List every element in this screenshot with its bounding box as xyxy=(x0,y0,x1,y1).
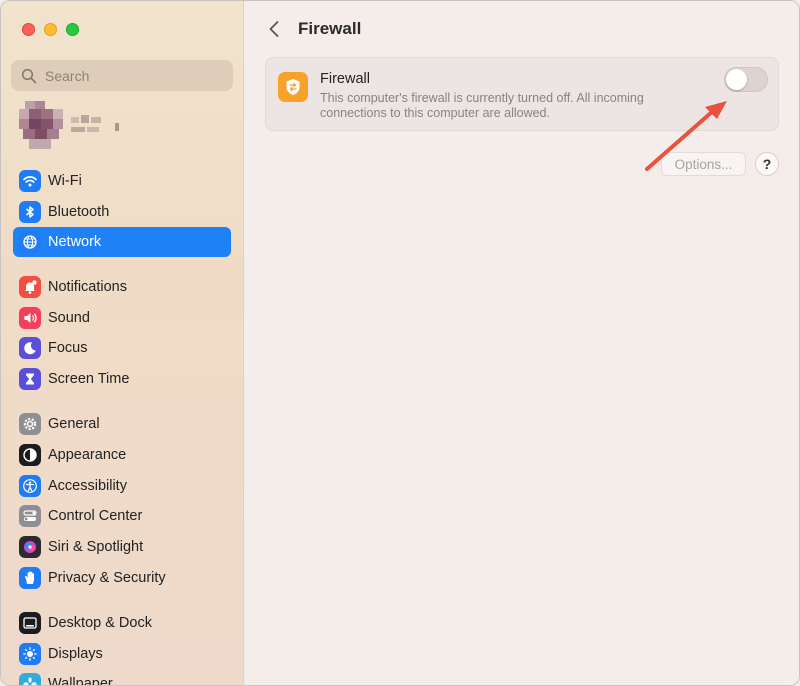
search-icon xyxy=(21,68,37,83)
sidebar-item-label: Focus xyxy=(48,340,88,356)
accessibility-icon xyxy=(19,475,41,497)
sidebar-item-wifi[interactable]: Wi-Fi xyxy=(13,166,231,196)
sidebar-item-siri-spotlight[interactable]: Siri & Spotlight xyxy=(13,532,231,562)
zoom-window-button[interactable] xyxy=(66,23,79,36)
sidebar-item-general[interactable]: General xyxy=(13,409,231,439)
sidebar-item-network[interactable]: Network xyxy=(13,227,231,257)
minimize-window-button[interactable] xyxy=(44,23,57,36)
sidebar-item-label: Displays xyxy=(48,646,103,662)
main-panel: Firewall Firewall This computer's firewa… xyxy=(245,1,799,685)
sidebar-item-control-center[interactable]: Control Center xyxy=(13,501,231,531)
sidebar-item-label: Control Center xyxy=(48,508,143,524)
firewall-description: This computer's firewall is currently tu… xyxy=(320,91,644,120)
globe-icon xyxy=(19,231,41,253)
sidebar-item-label: General xyxy=(48,416,100,432)
sidebar-item-label: Wallpaper xyxy=(48,676,113,686)
options-button[interactable]: Options... xyxy=(661,152,746,176)
sidebar-item-displays[interactable]: Displays xyxy=(13,639,231,669)
firewall-title: Firewall xyxy=(320,71,370,87)
firewall-toggle[interactable] xyxy=(724,67,768,92)
speaker-icon xyxy=(19,307,41,329)
sidebar-item-screen-time[interactable]: Screen Time xyxy=(13,364,231,394)
account-name-redacted xyxy=(71,115,119,132)
help-button[interactable]: ? xyxy=(755,152,779,176)
sidebar-item-wallpaper[interactable]: Wallpaper xyxy=(13,669,231,686)
sidebar-item-label: Screen Time xyxy=(48,371,130,387)
search-field[interactable] xyxy=(11,60,233,91)
bell-icon xyxy=(19,276,41,298)
wallpaper-icon xyxy=(19,673,41,685)
sidebar-item-label: Sound xyxy=(48,310,90,326)
sun-icon xyxy=(19,643,41,665)
control-center-icon xyxy=(19,505,41,527)
bluetooth-icon xyxy=(19,201,41,223)
sidebar-item-focus[interactable]: Focus xyxy=(13,333,231,363)
hourglass-icon xyxy=(19,368,41,390)
sidebar-item-label: Network xyxy=(48,234,102,250)
sidebar-item-label: Privacy & Security xyxy=(48,570,166,586)
page-title: Firewall xyxy=(298,19,362,38)
hand-icon xyxy=(19,567,41,589)
sidebar-item-label: Appearance xyxy=(48,447,127,463)
sidebar-item-label: Notifications xyxy=(48,279,127,295)
firewall-shield-icon xyxy=(278,72,308,102)
apple-account[interactable] xyxy=(19,101,219,151)
chevron-left-icon xyxy=(269,21,279,37)
sidebar-item-label: Bluetooth xyxy=(48,204,110,220)
sidebar-item-label: Desktop & Dock xyxy=(48,615,152,631)
sidebar-item-label: Siri & Spotlight xyxy=(48,539,144,555)
wifi-icon xyxy=(19,170,41,192)
sidebar-item-label: Accessibility xyxy=(48,478,127,494)
window-controls xyxy=(22,23,79,36)
sidebar-item-privacy-security[interactable]: Privacy & Security xyxy=(13,563,231,593)
sidebar-item-notifications[interactable]: Notifications xyxy=(13,272,231,302)
siri-icon xyxy=(19,536,41,558)
sidebar-item-appearance[interactable]: Appearance xyxy=(13,440,231,470)
back-button[interactable] xyxy=(263,17,285,41)
gear-icon xyxy=(19,413,41,435)
sidebar-item-accessibility[interactable]: Accessibility xyxy=(13,471,231,501)
appearance-icon xyxy=(19,444,41,466)
sidebar-item-sound[interactable]: Sound xyxy=(13,303,231,333)
close-window-button[interactable] xyxy=(22,23,35,36)
moon-icon xyxy=(19,337,41,359)
sidebar-item-bluetooth[interactable]: Bluetooth xyxy=(13,197,231,227)
sidebar-item-desktop-dock[interactable]: Desktop & Dock xyxy=(13,608,231,638)
search-input[interactable] xyxy=(45,67,225,84)
avatar xyxy=(19,101,63,149)
firewall-setting-row: Firewall This computer's firewall is cur… xyxy=(265,57,779,131)
system-settings-window: Wi-Fi Bluetooth Network Notifications xyxy=(0,0,800,686)
dock-icon xyxy=(19,612,41,634)
toggle-knob xyxy=(726,69,747,90)
sidebar-item-label: Wi-Fi xyxy=(48,173,82,189)
sidebar: Wi-Fi Bluetooth Network Notifications xyxy=(1,1,244,686)
